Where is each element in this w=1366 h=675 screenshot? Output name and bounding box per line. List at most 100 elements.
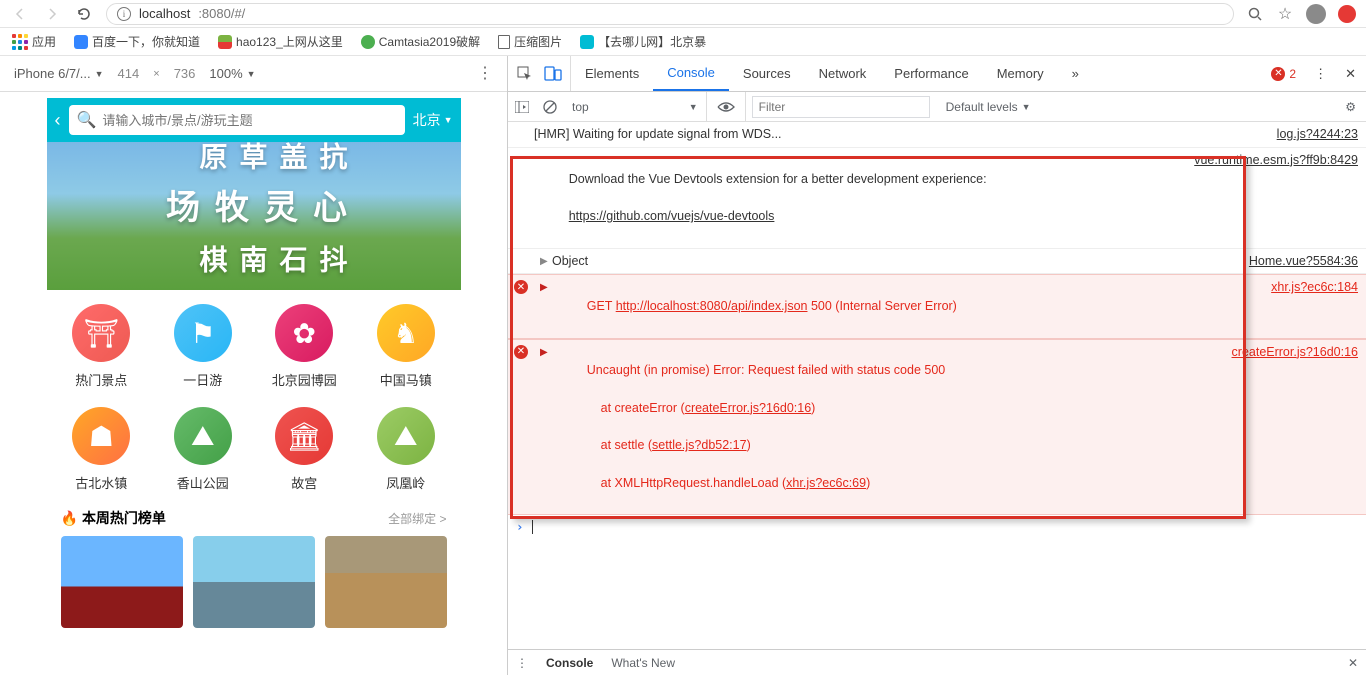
- hero-banner[interactable]: 抗盖草原 心灵牧场 抖石南棋: [47, 142, 461, 290]
- source-link[interactable]: createError.js?16d0:16: [1222, 343, 1358, 512]
- category-item[interactable]: ⚑ 一日游: [152, 304, 254, 389]
- console-error: ✕ ▶ GET http://localhost:8080/api/index.…: [508, 274, 1366, 338]
- bookmark-qunar[interactable]: 【去哪儿网】北京暴: [580, 33, 706, 50]
- extension-icon[interactable]: [1338, 5, 1356, 23]
- console-message: [HMR] Waiting for update signal from WDS…: [508, 122, 1366, 148]
- stack-link[interactable]: xhr.js?ec6c:69: [786, 476, 866, 490]
- chevron-down-icon: ▼: [247, 69, 256, 79]
- category-icon: ✿: [275, 304, 333, 362]
- device-toolbar: iPhone 6/7/...▼ 414 × 736 100%▼ ⋮: [0, 56, 507, 92]
- address-bar[interactable]: i localhost:8080/#/: [106, 3, 1234, 25]
- search-icon: 🔍: [77, 110, 97, 130]
- bookmark-compress[interactable]: 压缩图片: [498, 33, 562, 50]
- thumbnail-item[interactable]: [193, 536, 315, 628]
- favicon-hao123: [218, 35, 232, 49]
- request-url[interactable]: http://localhost:8080/api/index.json: [616, 299, 808, 313]
- site-info-icon[interactable]: i: [117, 7, 131, 21]
- category-item[interactable]: ⛩热门景点: [51, 304, 153, 389]
- apps-button[interactable]: 应用: [12, 33, 56, 50]
- bookmark-hao123[interactable]: hao123_上网从这里: [218, 33, 343, 50]
- tabs-overflow[interactable]: »: [1058, 56, 1093, 91]
- dimension-separator: ×: [153, 68, 159, 80]
- back-icon[interactable]: ‹: [55, 110, 61, 131]
- search-input[interactable]: [102, 113, 396, 128]
- category-label: 古北水镇: [75, 473, 127, 492]
- tab-console[interactable]: Console: [653, 56, 729, 91]
- log-levels-select[interactable]: Default levels▼: [936, 100, 1041, 114]
- forward-button[interactable]: [42, 4, 62, 24]
- source-link[interactable]: xhr.js?ec6c:184: [1261, 278, 1358, 334]
- device-toggle-icon[interactable]: [544, 65, 562, 83]
- expand-icon[interactable]: ▶: [540, 345, 548, 360]
- inspect-icon[interactable]: [516, 65, 534, 83]
- tab-elements[interactable]: Elements: [571, 56, 653, 91]
- category-label: 凤凰岭: [386, 473, 425, 492]
- back-button[interactable]: [10, 4, 30, 24]
- category-item[interactable]: ♞中国马镇: [355, 304, 457, 389]
- drawer-tab-console[interactable]: Console: [546, 656, 593, 670]
- device-menu-button[interactable]: ⋮: [477, 66, 493, 82]
- filter-input[interactable]: [752, 96, 930, 118]
- device-width[interactable]: 414: [118, 66, 140, 81]
- source-link[interactable]: Home.vue?5584:36: [1239, 252, 1358, 271]
- category-label: 一日游: [183, 370, 222, 389]
- caret: [532, 520, 533, 534]
- console-settings-icon[interactable]: ⚙: [1335, 100, 1366, 114]
- console-body[interactable]: [HMR] Waiting for update signal from WDS…: [508, 122, 1366, 649]
- devtools-drawer: ⋮ Console What's New ✕: [508, 649, 1366, 675]
- search-icon[interactable]: [1246, 5, 1264, 23]
- category-item[interactable]: ⛰香山公园: [152, 407, 254, 492]
- app-root: ‹ 🔍 北京▼ 抗盖草原 心灵牧场 抖石南棋 ⛩热: [47, 98, 461, 669]
- error-badge[interactable]: ✕2: [1261, 67, 1306, 81]
- console-message: Download the Vue Devtools extension for …: [508, 148, 1366, 249]
- thumbnail-item[interactable]: [325, 536, 447, 628]
- bookmark-baidu[interactable]: 百度一下，你就知道: [74, 33, 200, 50]
- source-link[interactable]: vue.runtime.esm.js?ff9b:8429: [1184, 151, 1358, 245]
- reload-button[interactable]: [74, 4, 94, 24]
- fire-icon: 🔥: [61, 510, 78, 527]
- stack-link[interactable]: settle.js?db52:17: [652, 438, 747, 452]
- devtools-menu[interactable]: ⋮: [1306, 56, 1335, 91]
- city-select[interactable]: 北京▼: [413, 110, 453, 130]
- favicon-qunar: [580, 35, 594, 49]
- device-viewport[interactable]: ‹ 🔍 北京▼ 抗盖草原 心灵牧场 抖石南棋 ⛩热: [0, 92, 507, 675]
- close-devtools[interactable]: ✕: [1335, 56, 1366, 91]
- tab-network[interactable]: Network: [805, 56, 881, 91]
- drawer-tab-whatsnew[interactable]: What's New: [611, 656, 675, 670]
- device-select[interactable]: iPhone 6/7/...▼: [14, 66, 104, 81]
- bookmark-camtasia[interactable]: Camtasia2019破解: [361, 33, 480, 50]
- url-host: localhost: [139, 6, 190, 21]
- hero-title: 抗盖草原 心灵牧场 抖石南棋: [156, 142, 352, 290]
- sidebar-toggle-icon[interactable]: [508, 101, 536, 113]
- star-icon[interactable]: ☆: [1276, 5, 1294, 23]
- expand-icon[interactable]: ▶: [540, 280, 548, 295]
- browser-toolbar: i localhost:8080/#/ ☆: [0, 0, 1366, 28]
- category-item[interactable]: ✿北京园博园: [254, 304, 356, 389]
- devtools-link[interactable]: https://github.com/vuejs/vue-devtools: [569, 209, 775, 223]
- live-expression-icon[interactable]: [707, 92, 746, 121]
- console-prompt[interactable]: ›: [508, 515, 1366, 538]
- search-input-wrap[interactable]: 🔍: [69, 105, 405, 135]
- context-select[interactable]: top▼: [564, 92, 707, 121]
- zoom-select[interactable]: 100%▼: [209, 66, 255, 81]
- source-link[interactable]: log.js?4244:23: [1267, 125, 1358, 144]
- expand-icon[interactable]: ▶: [540, 254, 548, 269]
- thumbnail-item[interactable]: [61, 536, 183, 628]
- profile-avatar[interactable]: [1306, 4, 1326, 24]
- more-link[interactable]: 全部绑定 >: [388, 510, 446, 527]
- prompt-icon: ›: [516, 519, 524, 534]
- device-height[interactable]: 736: [174, 66, 196, 81]
- error-icon: ✕: [514, 345, 528, 359]
- category-icon: 🏛: [275, 407, 333, 465]
- tab-sources[interactable]: Sources: [729, 56, 805, 91]
- category-icon: ⚑: [174, 304, 232, 362]
- tab-performance[interactable]: Performance: [880, 56, 982, 91]
- category-item[interactable]: 🏛故宫: [254, 407, 356, 492]
- stack-link[interactable]: createError.js?16d0:16: [685, 401, 811, 415]
- category-item[interactable]: ⛰凤凰岭: [355, 407, 457, 492]
- tab-memory[interactable]: Memory: [983, 56, 1058, 91]
- clear-console-icon[interactable]: [536, 100, 564, 114]
- drawer-menu-icon[interactable]: ⋮: [516, 656, 528, 670]
- category-item[interactable]: ☗古北水镇: [51, 407, 153, 492]
- drawer-close-icon[interactable]: ✕: [1348, 656, 1358, 670]
